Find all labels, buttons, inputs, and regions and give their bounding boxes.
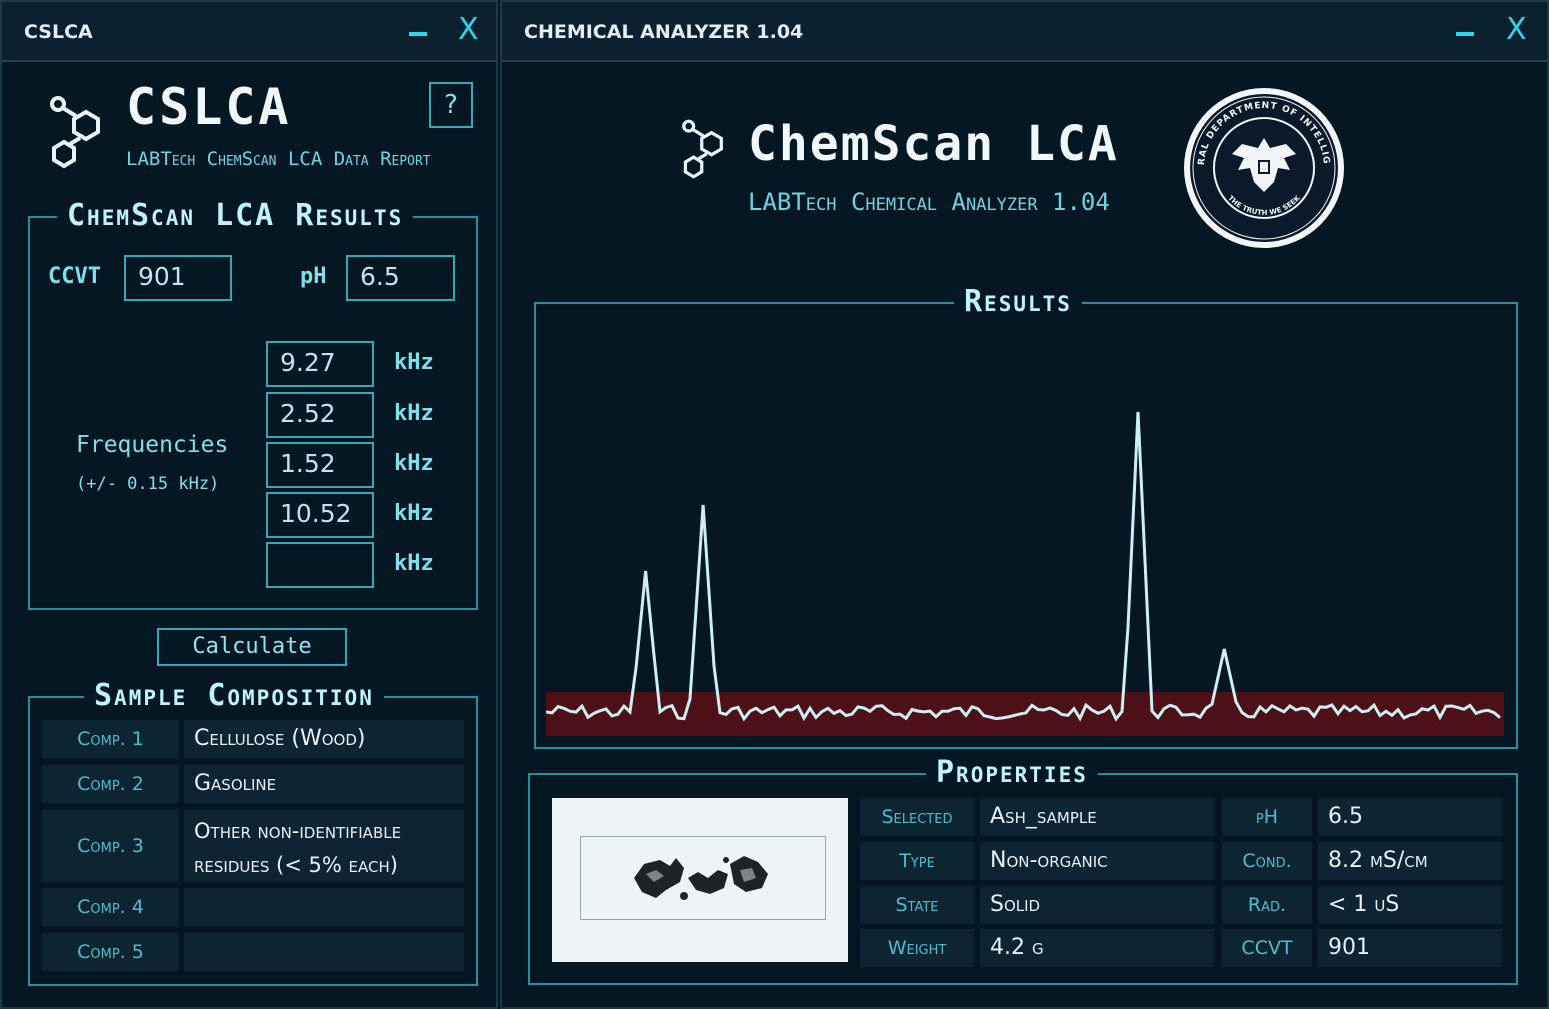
chemical-analyzer-window: CHEMICAL ANALYZER 1.04 X ChemScan LCA LA… — [500, 0, 1549, 1009]
prop-rad-value: < 1 uS — [1318, 886, 1502, 924]
prop-ph-value: 6.5 — [1318, 798, 1502, 836]
molecule-logo-icon — [50, 96, 100, 169]
prop-type-value: Non-organic — [980, 842, 1214, 880]
prop-state-value: Solid — [980, 886, 1214, 924]
help-button[interactable]: ? — [429, 82, 473, 128]
left-close-button[interactable]: X — [458, 12, 479, 47]
frequency-unit-3: kHz — [394, 451, 434, 476]
sample-image — [552, 798, 848, 962]
ph-input[interactable]: 6.5 — [346, 255, 455, 301]
prop-cond-value: 8.2 mS/cm — [1318, 842, 1502, 880]
properties-legend: Properties — [926, 755, 1098, 790]
federal-seal-icon: FEDERAL DEPARTMENT OF INTELLIGENCE THE T… — [1182, 86, 1344, 248]
results-chart-legend: Results — [954, 284, 1082, 319]
app-subtitle: LABTech ChemScan LCA Data Report — [126, 148, 431, 170]
comp-1-value: Cellulose (Wood) — [184, 720, 464, 758]
left-window-title: CSLCA — [24, 21, 93, 43]
prop-weight-value: 4.2 g — [980, 929, 1214, 967]
frequency-input-1[interactable]: 9.27 — [266, 341, 374, 387]
ccvt-input[interactable]: 901 — [124, 255, 232, 301]
prop-rad-label: Rad. — [1222, 886, 1312, 924]
molecule-brand-icon — [682, 119, 723, 179]
comp-1-label: Comp. 1 — [42, 720, 179, 758]
prop-type-label: Type — [860, 842, 974, 880]
prop-ccvt-value: 901 — [1318, 929, 1502, 967]
right-close-button[interactable]: X — [1506, 12, 1527, 47]
comp-4-label: Comp. 4 — [42, 888, 179, 926]
app-logo-text: CSLCA — [126, 78, 292, 136]
frequency-unit-1: kHz — [394, 350, 434, 375]
prop-selected-value: Ash_sample — [980, 798, 1214, 836]
ash-sample-icon — [634, 856, 768, 900]
frequency-input-4[interactable]: 10.52 — [266, 492, 374, 538]
comp-3-value: Other non-identifiable residues (< 5% ea… — [184, 810, 464, 882]
prop-state-label: State — [860, 886, 974, 924]
frequency-unit-5: kHz — [394, 551, 434, 576]
comp-2-label: Comp. 2 — [42, 765, 179, 803]
signal-line — [546, 411, 1501, 722]
right-titlebar[interactable]: CHEMICAL ANALYZER 1.04 X — [502, 2, 1547, 62]
prop-ph-label: pH — [1222, 798, 1312, 836]
cslca-window: CSLCA X CSLCA LABTech ChemScan LCA Data … — [0, 0, 498, 1009]
ccvt-label: CCVT — [48, 264, 101, 289]
frequency-input-2[interactable]: 2.52 — [266, 392, 374, 438]
prop-weight-label: Weight — [860, 929, 974, 967]
prop-selected-label: Selected — [860, 798, 974, 836]
composition-legend: Sample Composition — [84, 678, 384, 713]
right-minimize-button[interactable] — [1456, 32, 1474, 36]
right-window-title: CHEMICAL ANALYZER 1.04 — [524, 21, 804, 43]
ph-label: pH — [300, 264, 327, 289]
frequency-input-5[interactable] — [266, 542, 374, 588]
prop-ccvt-label: CCVT — [1222, 929, 1312, 967]
frequency-unit-2: kHz — [394, 401, 434, 426]
results-chart — [546, 411, 1504, 736]
comp-3-label: Comp. 3 — [42, 810, 179, 882]
calculate-button[interactable]: Calculate — [157, 628, 347, 666]
frequency-unit-4: kHz — [394, 501, 434, 526]
comp-5-label: Comp. 5 — [42, 933, 179, 971]
left-titlebar[interactable]: CSLCA X — [2, 2, 496, 62]
frequencies-label: Frequencies — [76, 432, 229, 458]
frequencies-tolerance: (+/- 0.15 kHz) — [76, 474, 220, 494]
brand-subtitle: LABTech Chemical Analyzer 1.04 — [748, 188, 1110, 216]
left-minimize-button[interactable] — [409, 32, 427, 36]
comp-4-value — [184, 888, 464, 926]
prop-cond-label: Cond. — [1222, 842, 1312, 880]
brand-title: ChemScan LCA — [748, 116, 1119, 172]
results-legend: ChemScan LCA Results — [57, 198, 414, 233]
comp-5-value — [184, 933, 464, 971]
comp-2-value: Gasoline — [184, 765, 464, 803]
frequency-input-3[interactable]: 1.52 — [266, 442, 374, 488]
